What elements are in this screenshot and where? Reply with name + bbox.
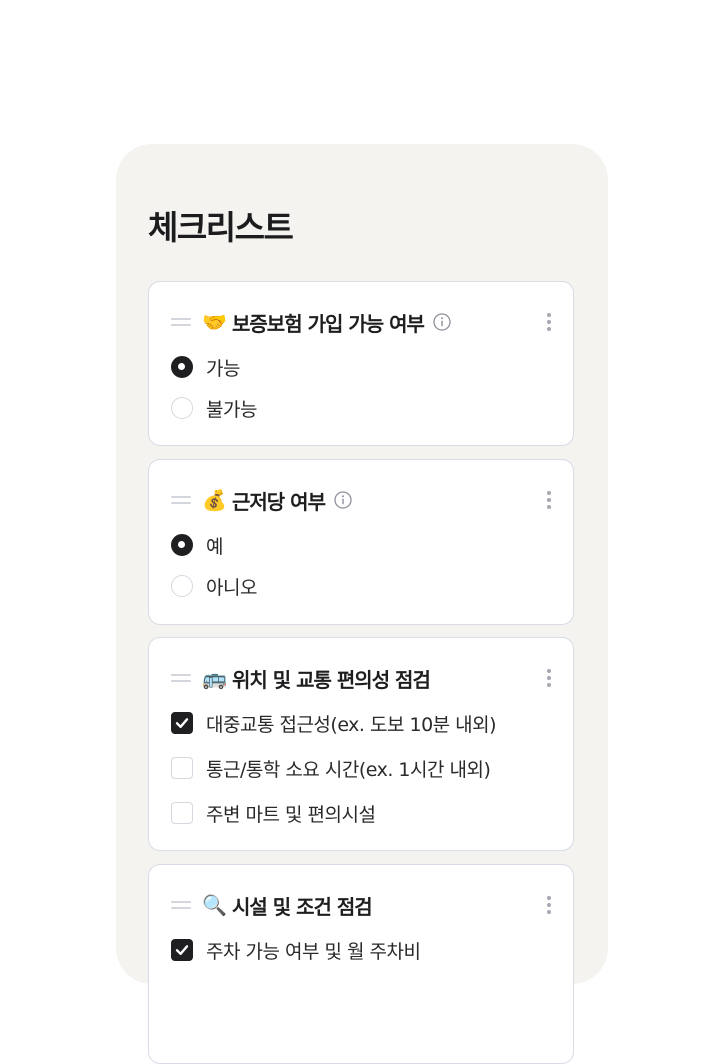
checklist-card-mortgage: 💰 근저당 여부 예 아니오	[148, 459, 574, 625]
radio-option[interactable]: 가능	[171, 355, 240, 380]
card-header: 🤝 보증보험 가입 가능 여부	[171, 308, 559, 336]
option-label: 예	[206, 535, 223, 558]
option-label: 주차 가능 여부 및 월 주차비	[206, 940, 421, 963]
option-label: 주변 마트 및 편의시설	[206, 803, 376, 826]
check-icon	[175, 718, 189, 728]
magnifier-emoji: 🔍	[202, 893, 227, 917]
option-label: 가능	[206, 357, 240, 380]
radio-button[interactable]	[171, 397, 193, 419]
card-title: 보증보험 가입 가능 여부	[232, 311, 425, 336]
drag-handle-icon[interactable]	[171, 496, 191, 504]
info-icon[interactable]	[433, 313, 451, 331]
checkbox[interactable]	[171, 802, 193, 824]
more-vertical-icon[interactable]	[539, 308, 559, 336]
radio-button-selected[interactable]	[171, 534, 193, 556]
bus-emoji: 🚌	[202, 666, 227, 690]
option-label: 불가능	[206, 398, 257, 421]
radio-option[interactable]: 불가능	[171, 396, 257, 421]
checkbox-option[interactable]: 주변 마트 및 편의시설	[171, 801, 376, 826]
check-icon	[175, 945, 189, 955]
radio-option[interactable]: 아니오	[171, 574, 257, 599]
option-label: 아니오	[206, 576, 257, 599]
card-header: 🚌 위치 및 교통 편의성 점검	[171, 664, 559, 692]
checklist-card-facilities: 🔍 시설 및 조건 점검 주차 가능 여부 및 월 주차비	[148, 864, 574, 1064]
card-title: 근저당 여부	[232, 489, 326, 514]
checklist-card-insurance: 🤝 보증보험 가입 가능 여부 가능 불가능	[148, 281, 574, 446]
checkbox-checked[interactable]	[171, 939, 193, 961]
option-label: 대중교통 접근성(ex. 도보 10분 내외)	[206, 713, 497, 736]
card-title: 위치 및 교통 편의성 점검	[232, 667, 431, 692]
more-vertical-icon[interactable]	[539, 664, 559, 692]
checkbox-option[interactable]: 통근/통학 소요 시간(ex. 1시간 내외)	[171, 756, 491, 781]
radio-button-selected[interactable]	[171, 356, 193, 378]
info-icon[interactable]	[334, 491, 352, 509]
drag-handle-icon[interactable]	[171, 318, 191, 326]
page-title: 체크리스트	[148, 208, 294, 247]
checklist-panel: 체크리스트 🤝 보증보험 가입 가능 여부 가능 불가능 💰 근저당 여부 예 …	[116, 144, 608, 1064]
more-vertical-icon[interactable]	[539, 486, 559, 514]
checkbox-option[interactable]: 주차 가능 여부 및 월 주차비	[171, 938, 421, 963]
card-header: 💰 근저당 여부	[171, 486, 559, 514]
checkbox[interactable]	[171, 757, 193, 779]
option-label: 통근/통학 소요 시간(ex. 1시간 내외)	[206, 758, 491, 781]
handshake-emoji: 🤝	[202, 310, 227, 334]
card-header: 🔍 시설 및 조건 점검	[171, 891, 559, 919]
drag-handle-icon[interactable]	[171, 674, 191, 682]
more-vertical-icon[interactable]	[539, 891, 559, 919]
card-title: 시설 및 조건 점검	[232, 894, 373, 919]
radio-button[interactable]	[171, 575, 193, 597]
checklist-card-location: 🚌 위치 및 교통 편의성 점검 대중교통 접근성(ex. 도보 10분 내외)…	[148, 637, 574, 851]
checkbox-checked[interactable]	[171, 712, 193, 734]
checkbox-option[interactable]: 대중교통 접근성(ex. 도보 10분 내외)	[171, 711, 497, 736]
money-bag-emoji: 💰	[202, 488, 227, 512]
radio-option[interactable]: 예	[171, 533, 223, 558]
drag-handle-icon[interactable]	[171, 901, 191, 909]
